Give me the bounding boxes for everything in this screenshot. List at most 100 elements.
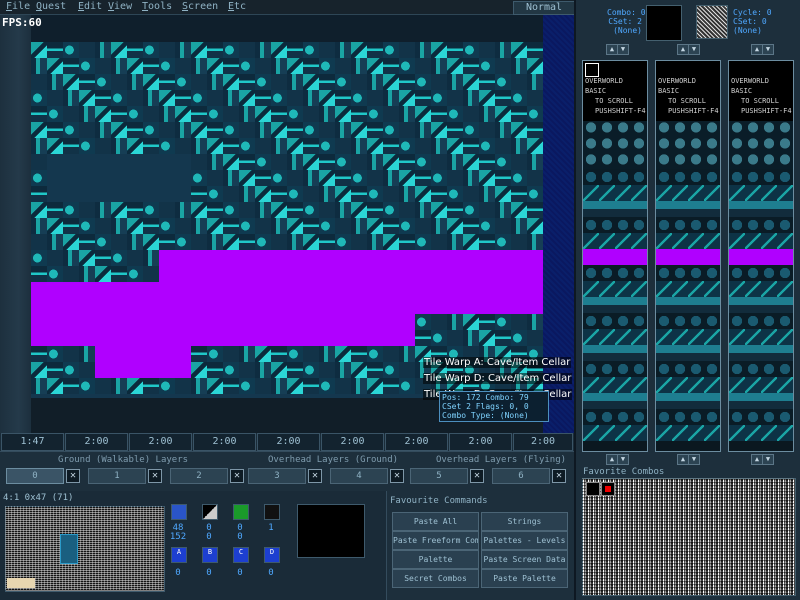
combo-tile[interactable]	[745, 137, 761, 153]
column-3-scroll-down-icon[interactable]: ▼	[762, 454, 774, 465]
combo-tile[interactable]	[761, 393, 777, 409]
combo-tile[interactable]	[583, 233, 599, 249]
combo-tile[interactable]	[599, 249, 615, 265]
combo-tile[interactable]	[688, 217, 704, 233]
combo-tile[interactable]	[745, 169, 761, 185]
combo-tile[interactable]	[745, 425, 761, 441]
combo-tile[interactable]	[745, 345, 761, 361]
combo-tile[interactable]	[745, 153, 761, 169]
combo-tile[interactable]	[599, 425, 615, 441]
combo-tile[interactable]	[672, 377, 688, 393]
combo-tile[interactable]	[688, 313, 704, 329]
combo-tile[interactable]	[704, 249, 720, 265]
combo-tile[interactable]	[631, 121, 647, 137]
column-3-scroll-down-icon[interactable]: ▼	[762, 44, 774, 55]
combo-tile[interactable]	[615, 153, 631, 169]
mode-indicator[interactable]: Normal	[513, 1, 575, 15]
combo-tile[interactable]	[656, 409, 672, 425]
green-rupee-item-icon[interactable]	[233, 504, 249, 520]
combo-tile[interactable]	[729, 265, 745, 281]
layer-3-checkbox[interactable]: ✕	[308, 469, 322, 483]
combo-tile[interactable]	[761, 185, 777, 201]
layer-button-1[interactable]: 1	[88, 468, 146, 484]
combo-tile[interactable]	[777, 329, 793, 345]
menu-screen[interactable]: Screen	[182, 1, 218, 12]
layer-button-6[interactable]: 6	[492, 468, 550, 484]
combo-tile[interactable]	[777, 249, 793, 265]
combo-tile[interactable]	[672, 217, 688, 233]
combo-tile[interactable]	[745, 393, 761, 409]
layer-0-checkbox[interactable]: ✕	[66, 469, 80, 483]
combo-tile[interactable]	[599, 121, 615, 137]
current-combo-swatch[interactable]	[646, 5, 682, 41]
layer-5-checkbox[interactable]: ✕	[470, 469, 484, 483]
combo-tile[interactable]	[777, 201, 793, 217]
map-canvas[interactable]	[31, 42, 543, 398]
item-slot-c-icon[interactable]: C	[233, 547, 249, 563]
layer-4-checkbox[interactable]: ✕	[390, 469, 404, 483]
screen-status-cell[interactable]: 2:00	[193, 433, 256, 451]
combo-tile[interactable]	[761, 249, 777, 265]
combo-tile[interactable]	[599, 265, 615, 281]
cmd-strings[interactable]: Strings	[481, 512, 568, 531]
combo-tile[interactable]	[688, 169, 704, 185]
shield-item-icon[interactable]	[171, 504, 187, 520]
cycle-combo-swatch[interactable]	[696, 5, 728, 39]
combo-tile[interactable]	[672, 153, 688, 169]
combo-tile[interactable]	[688, 185, 704, 201]
screen-status-cell[interactable]: 2:00	[449, 433, 512, 451]
favorite-combo-slot[interactable]	[586, 482, 600, 496]
combo-tile[interactable]	[777, 137, 793, 153]
combo-tile[interactable]	[583, 185, 599, 201]
combo-tile[interactable]	[599, 329, 615, 345]
combo-tile[interactable]	[777, 217, 793, 233]
combo-tile[interactable]	[688, 377, 704, 393]
combo-tile[interactable]	[631, 409, 647, 425]
combo-tile[interactable]	[656, 153, 672, 169]
combo-tile[interactable]	[729, 217, 745, 233]
combo-tile[interactable]	[672, 169, 688, 185]
combo-tile[interactable]	[583, 281, 599, 297]
combo-tile[interactable]	[777, 169, 793, 185]
combo-tile[interactable]	[599, 169, 615, 185]
combo-tile[interactable]	[599, 345, 615, 361]
combo-tile[interactable]	[745, 361, 761, 377]
combo-tile[interactable]	[777, 265, 793, 281]
combo-tile[interactable]	[704, 169, 720, 185]
combo-tile[interactable]	[745, 297, 761, 313]
cmd-secret-combos[interactable]: Secret Combos	[392, 569, 479, 588]
combo-tile[interactable]	[745, 121, 761, 137]
combo-tile[interactable]	[583, 169, 599, 185]
combo-tile[interactable]	[583, 217, 599, 233]
screen-status-cell[interactable]: 1:47	[1, 433, 64, 451]
combo-tile[interactable]	[615, 137, 631, 153]
combo-tile[interactable]	[615, 233, 631, 249]
screen-status-cell[interactable]: 2:00	[129, 433, 192, 451]
screen-status-cell[interactable]: 2:00	[321, 433, 384, 451]
combo-tile[interactable]	[729, 169, 745, 185]
combo-tile[interactable]	[704, 409, 720, 425]
menu-view[interactable]: View	[108, 1, 132, 12]
combo-tile[interactable]	[615, 281, 631, 297]
combo-tile[interactable]	[656, 201, 672, 217]
combo-tile[interactable]	[688, 297, 704, 313]
screen-status-cell[interactable]: 2:00	[513, 433, 573, 451]
combo-tile[interactable]	[599, 153, 615, 169]
combo-list-column-3[interactable]: OVERWORLD BASIC TO SCROLL PUSHSHIFT-F4	[728, 60, 794, 452]
combo-tile[interactable]	[761, 137, 777, 153]
combo-tile[interactable]	[729, 137, 745, 153]
combo-tile[interactable]	[599, 137, 615, 153]
combo-tile[interactable]	[688, 249, 704, 265]
combo-tile[interactable]	[615, 121, 631, 137]
combo-tile[interactable]	[615, 361, 631, 377]
combo-tile[interactable]	[704, 265, 720, 281]
combo-tile[interactable]	[761, 425, 777, 441]
layer-1-checkbox[interactable]: ✕	[148, 469, 162, 483]
item-slot-a-icon[interactable]: A	[171, 547, 187, 563]
combo-tile[interactable]	[729, 377, 745, 393]
combo-tile[interactable]	[761, 201, 777, 217]
combo-tile[interactable]	[656, 121, 672, 137]
combo-tile[interactable]	[761, 169, 777, 185]
combo-tile[interactable]	[688, 393, 704, 409]
combo-tile[interactable]	[583, 409, 599, 425]
